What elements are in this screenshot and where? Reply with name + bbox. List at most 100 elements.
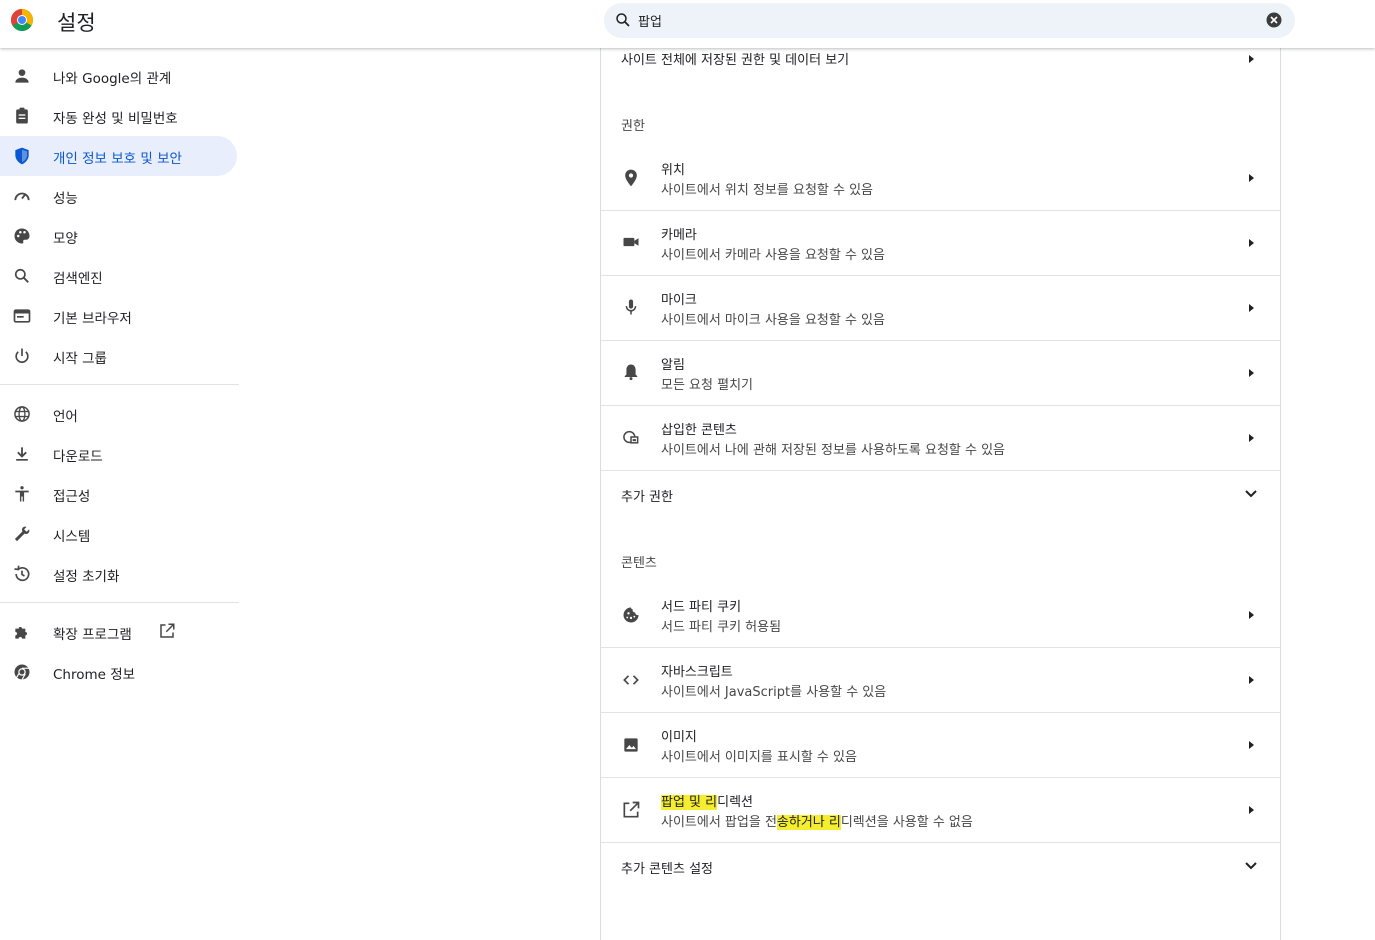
arrow-right-icon (1249, 676, 1254, 684)
accessibility-icon (15, 486, 29, 502)
site-data-row[interactable]: 사이트 전체에 저장된 권한 및 데이터 보기 (601, 45, 1280, 75)
search-icon (14, 268, 29, 283)
more-permissions-label: 추가 권한 (621, 490, 673, 505)
clear-search-icon[interactable] (1265, 11, 1283, 29)
wrench-icon (14, 526, 30, 542)
page-title: 설정 (57, 11, 96, 35)
chevron-down-icon (1245, 862, 1257, 870)
microphone-icon (625, 299, 637, 315)
sidebar-item-search-engine[interactable]: 검색엔진 (0, 256, 237, 296)
content-row-popups-redirects[interactable]: 팝업 및 리디렉션 사이트에서 팝업을 전송하거나 리디렉션을 사용할 수 없음 (601, 777, 1280, 842)
sidebar-item-appearance[interactable]: 모양 (0, 216, 237, 256)
sidebar-item-label: 성능 (53, 191, 78, 207)
sidebar-item-label: 검색엔진 (53, 271, 103, 287)
sidebar-item-label: 시작 그룹 (53, 351, 107, 367)
privacy-settings-card: 사이트 전체에 저장된 권한 및 데이터 보기 권한 위치 사이트에서 위치 정… (600, 40, 1281, 940)
permission-row-notifications[interactable]: 알림 모든 요청 펼치기 (601, 340, 1280, 405)
top-bar: 설정 (0, 0, 1375, 48)
more-permissions-toggle[interactable]: 추가 권한 (601, 470, 1280, 520)
content-subtitle: 사이트에서 JavaScript를 사용할 수 있음 (661, 685, 887, 700)
sidebar-item-privacy-security[interactable]: 개인 정보 보호 및 보안 (0, 136, 237, 176)
sidebar-item-label: 기본 브라우저 (53, 311, 132, 327)
content-row-javascript[interactable]: 자바스크립트 사이트에서 JavaScript를 사용할 수 있음 (601, 647, 1280, 712)
sidebar-item-google-account[interactable]: 나와 Google의 관계 (0, 56, 237, 96)
shield-icon (15, 147, 29, 165)
permission-title: 카메라 (661, 228, 697, 243)
chrome-icon (14, 664, 30, 681)
permission-row-embedded-content[interactable]: 삽입한 콘텐츠 사이트에서 나에 관해 저장된 정보를 사용하도록 요청할 수 … (601, 405, 1280, 470)
sidebar-item-accessibility[interactable]: 접근성 (0, 474, 237, 514)
site-data-label: 사이트 전체에 저장된 권한 및 데이터 보기 (621, 53, 850, 68)
permission-title: 마이크 (661, 293, 697, 308)
sidebar-item-system[interactable]: 시스템 (0, 514, 237, 554)
permission-title: 알림 (661, 358, 685, 373)
more-content-settings-label: 추가 콘텐츠 설정 (621, 862, 713, 877)
arrow-right-icon (1249, 369, 1254, 377)
chevron-down-icon (1245, 490, 1257, 498)
arrow-right-icon (1249, 806, 1254, 814)
settings-sidebar: 나와 Google의 관계 자동 완성 및 비밀번호 개인 정보 보호 및 보안… (0, 56, 240, 692)
sidebar-item-extensions[interactable]: 확장 프로그램 (0, 612, 237, 652)
content-title: 자바스크립트 (661, 665, 733, 680)
sidebar-item-label: 설정 초기화 (53, 569, 120, 585)
search-highlight: 송하거나 리 (776, 815, 841, 830)
sidebar-item-label: 확장 프로그램 (53, 627, 132, 643)
content-subtitle: 사이트에서 팝업을 전송하거나 리디렉션을 사용할 수 없음 (661, 811, 973, 830)
arrow-right-icon (1249, 55, 1254, 63)
search-input[interactable] (638, 9, 1238, 31)
arrow-right-icon (1249, 741, 1254, 749)
arrow-right-icon (1249, 304, 1254, 312)
sidebar-item-downloads[interactable]: 다운로드 (0, 434, 237, 474)
permission-subtitle: 모든 요청 펼치기 (661, 378, 753, 393)
sidebar-item-label: 나와 Google의 관계 (53, 71, 172, 87)
clipboard-icon (16, 107, 28, 124)
browser-icon (13, 309, 31, 323)
speedometer-icon (14, 192, 30, 201)
permission-subtitle: 사이트에서 카메라 사용을 요청할 수 있음 (661, 248, 885, 263)
content-title: 서드 파티 쿠키 (661, 600, 742, 615)
sidebar-divider (0, 384, 239, 385)
permission-row-location[interactable]: 위치 사이트에서 위치 정보를 요청할 수 있음 (601, 145, 1280, 210)
sidebar-item-about-chrome[interactable]: Chrome 정보 (0, 652, 237, 692)
permission-subtitle: 사이트에서 위치 정보를 요청할 수 있음 (661, 183, 874, 198)
content-title: 이미지 (661, 730, 697, 745)
sidebar-item-performance[interactable]: 성능 (0, 176, 237, 216)
chrome-logo-icon (11, 9, 33, 31)
arrow-right-icon (1249, 174, 1254, 182)
sidebar-item-label: 모양 (53, 231, 78, 247)
sidebar-item-languages[interactable]: 언어 (0, 394, 237, 434)
permissions-heading: 권한 (621, 119, 645, 134)
download-icon (16, 447, 28, 461)
globe-icon (14, 406, 30, 422)
sidebar-item-label: 다운로드 (53, 449, 103, 465)
power-icon (15, 348, 29, 363)
arrow-right-icon (1249, 434, 1254, 442)
code-icon (623, 675, 639, 685)
permission-row-microphone[interactable]: 마이크 사이트에서 마이크 사용을 요청할 수 있음 (601, 275, 1280, 340)
sidebar-item-reset-settings[interactable]: 설정 초기화 (0, 554, 237, 594)
title-rest: 디렉션 (717, 795, 753, 810)
content-heading: 콘텐츠 (621, 556, 657, 571)
embedded-content-icon (623, 430, 639, 444)
cookie-icon (623, 607, 639, 623)
sidebar-item-label: 접근성 (53, 489, 91, 505)
sidebar-item-default-browser[interactable]: 기본 브라우저 (0, 296, 237, 336)
content-row-third-party-cookies[interactable]: 서드 파티 쿠키 서드 파티 쿠키 허용됨 (601, 582, 1280, 647)
settings-search-box[interactable] (604, 3, 1295, 38)
sidebar-item-autofill[interactable]: 자동 완성 및 비밀번호 (0, 96, 237, 136)
camera-icon (623, 237, 639, 247)
permission-title: 삽입한 콘텐츠 (661, 423, 737, 438)
search-highlight: 팝업 및 리 (661, 795, 718, 810)
sidebar-item-label: 시스템 (53, 529, 91, 545)
sidebar-item-label: 자동 완성 및 비밀번호 (53, 111, 178, 127)
permission-row-camera[interactable]: 카메라 사이트에서 카메라 사용을 요청할 수 있음 (601, 210, 1280, 275)
bell-icon (624, 364, 638, 381)
sidebar-item-on-startup[interactable]: 시작 그룹 (0, 336, 237, 376)
history-icon (14, 565, 30, 582)
search-icon (616, 13, 630, 27)
content-subtitle: 사이트에서 이미지를 표시할 수 있음 (661, 750, 857, 765)
sidebar-item-label: 개인 정보 보호 및 보안 (53, 151, 182, 167)
more-content-settings-toggle[interactable]: 추가 콘텐츠 설정 (601, 842, 1280, 892)
content-row-images[interactable]: 이미지 사이트에서 이미지를 표시할 수 있음 (601, 712, 1280, 777)
permission-title: 위치 (661, 163, 685, 178)
